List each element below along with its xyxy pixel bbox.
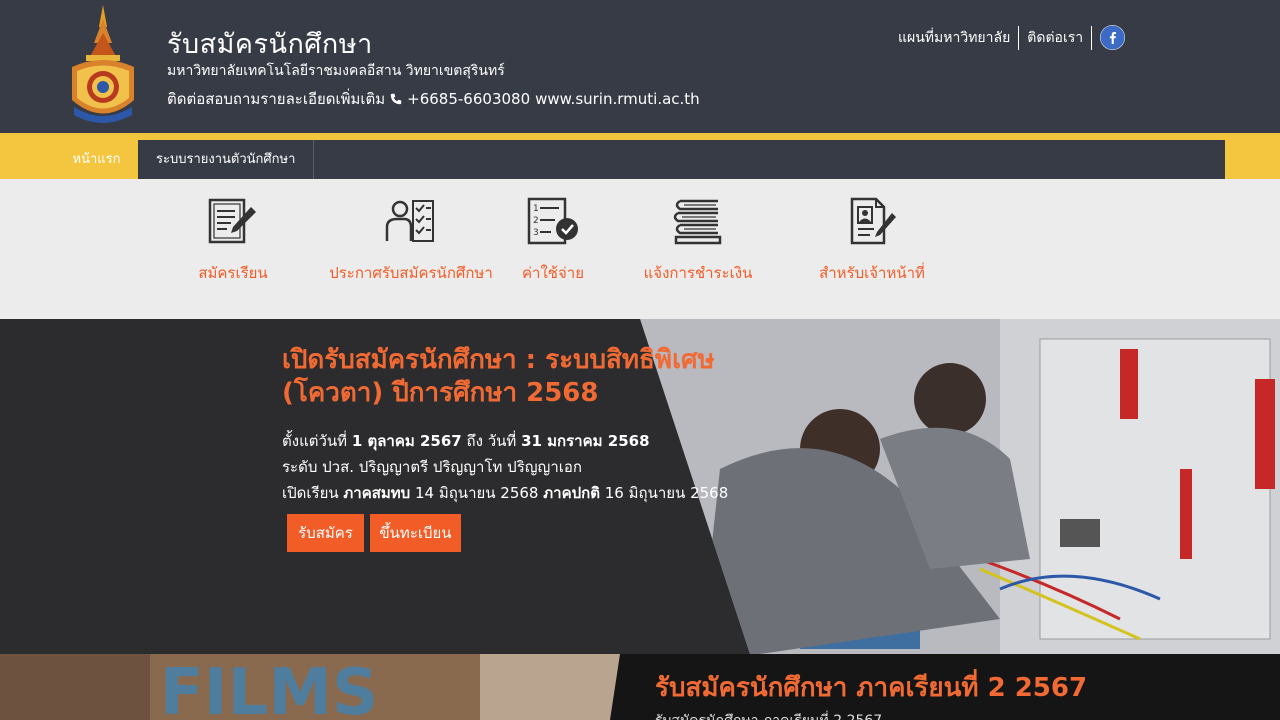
contact-phone: +6685-6603080	[407, 90, 531, 108]
profile-sign-icon	[850, 197, 896, 245]
top-links-divider	[1091, 25, 1093, 50]
second-banner-subtitle: รับสมัครนักศึกษา ภาคเรียนที่ 2 2567	[655, 710, 882, 720]
svg-text:3: 3	[533, 228, 539, 238]
site-subtitle: มหาวิทยาลัยเทคโนโลยีราชมงคลอีสาน วิทยาเข…	[167, 63, 505, 79]
university-logo[interactable]	[68, 5, 138, 125]
svg-text:2: 2	[533, 216, 539, 226]
quick-link-staff[interactable]: สำหรับเจ้าหน้าที่	[817, 197, 927, 285]
quick-links: สมัครเรียน ประกาศรับสมัครนักศึกษา 1 2 3	[0, 179, 1280, 319]
quick-link-label: ประกาศรับสมัครนักศึกษา	[329, 264, 493, 282]
hero-banner: เปิดรับสมัครนักศึกษา : ระบบสิทธิพิเศษ (โ…	[0, 319, 1280, 654]
hero-text: ตั้งแต่วันที่	[282, 432, 348, 450]
quick-link-apply[interactable]: สมัครเรียน	[183, 197, 283, 285]
quick-link-label: สมัครเรียน	[198, 264, 268, 282]
second-banner-title: รับสมัครนักศึกษา ภาคเรียนที่ 2 2567	[655, 673, 1088, 703]
hero-regular-date: 16 มิถุนายน 2568	[604, 484, 729, 502]
quick-link-fees[interactable]: 1 2 3 ค่าใช้จ่าย	[513, 197, 593, 285]
contact-prefix: ติดต่อสอบถามรายละเอียดเพิ่มเติม	[167, 90, 386, 108]
university-map-link[interactable]: แผนที่มหาวิทยาลัย	[890, 26, 1018, 50]
hero-evening-date: 14 มิถุนายน 2568	[414, 484, 539, 502]
hero-levels: ระดับ ปวส. ปริญญาตรี ปริญญาโท ปริญญาเอก	[282, 458, 582, 476]
quick-link-label: ค่าใช้จ่าย	[522, 264, 584, 282]
second-banner-photo: FILMS	[0, 654, 640, 720]
quick-link-payment[interactable]: แจ้งการชำระเงิน	[638, 197, 758, 285]
hero-end-date: 31 มกราคม 2568	[521, 432, 650, 450]
nav-item-home[interactable]: หน้าแรก	[55, 140, 138, 179]
facebook-icon[interactable]	[1100, 25, 1126, 50]
site-title: รับสมัครนักศึกษา	[167, 29, 373, 60]
quick-link-announcement[interactable]: ประกาศรับสมัครนักศึกษา	[326, 197, 496, 285]
hero-evening-label: ภาคสมทบ	[343, 484, 411, 502]
hero-date-range: ตั้งแต่วันที่ 1 ตุลาคม 2567 ถึง วันที่ 3…	[282, 429, 650, 453]
main-nav: หน้าแรก ระบบรายงานตัวนักศึกษา	[55, 140, 1225, 179]
contact-us-link[interactable]: ติดต่อเรา	[1018, 25, 1091, 50]
hero-semester-start: เปิดเรียน ภาคสมทบ 14 มิถุนายน 2568 ภาคปก…	[282, 481, 728, 505]
hero-title: เปิดรับสมัครนักศึกษา : ระบบสิทธิพิเศษ (โ…	[282, 345, 715, 408]
quick-link-label: แจ้งการชำระเงิน	[643, 264, 753, 282]
book-stack-icon	[673, 199, 722, 245]
nav-item-student-report[interactable]: ระบบรายงานตัวนักศึกษา	[138, 140, 315, 179]
top-links: แผนที่มหาวิทยาลัย ติดต่อเรา	[890, 25, 1126, 50]
contact-line: ติดต่อสอบถามรายละเอียดเพิ่มเติม +6685-66…	[167, 87, 700, 111]
photo-poster-text: FILMS	[160, 656, 378, 720]
person-checklist-icon	[385, 200, 434, 242]
form-pencil-icon	[208, 198, 256, 244]
svg-text:1: 1	[533, 204, 539, 214]
phone-icon	[390, 93, 402, 105]
hero-text: ถึง วันที่	[466, 432, 517, 450]
quick-link-label: สำหรับเจ้าหน้าที่	[819, 264, 925, 282]
contact-website: www.surin.rmuti.ac.th	[535, 90, 700, 108]
hero-text: เปิดเรียน	[282, 484, 339, 502]
hero-start-date: 1 ตุลาคม 2567	[351, 432, 462, 450]
apply-button[interactable]: รับสมัคร	[287, 514, 364, 552]
second-banner: FILMS รับสมัครนักศึกษา ภาคเรียนที่ 2 256…	[0, 654, 1280, 720]
numbered-list-check-icon: 1 2 3	[527, 197, 578, 245]
register-button[interactable]: ขึ้นทะเบียน	[370, 514, 461, 552]
site-header: รับสมัครนักศึกษา มหาวิทยาลัยเทคโนโลยีราช…	[0, 0, 1280, 133]
hero-regular-label: ภาคปกติ	[543, 484, 600, 502]
